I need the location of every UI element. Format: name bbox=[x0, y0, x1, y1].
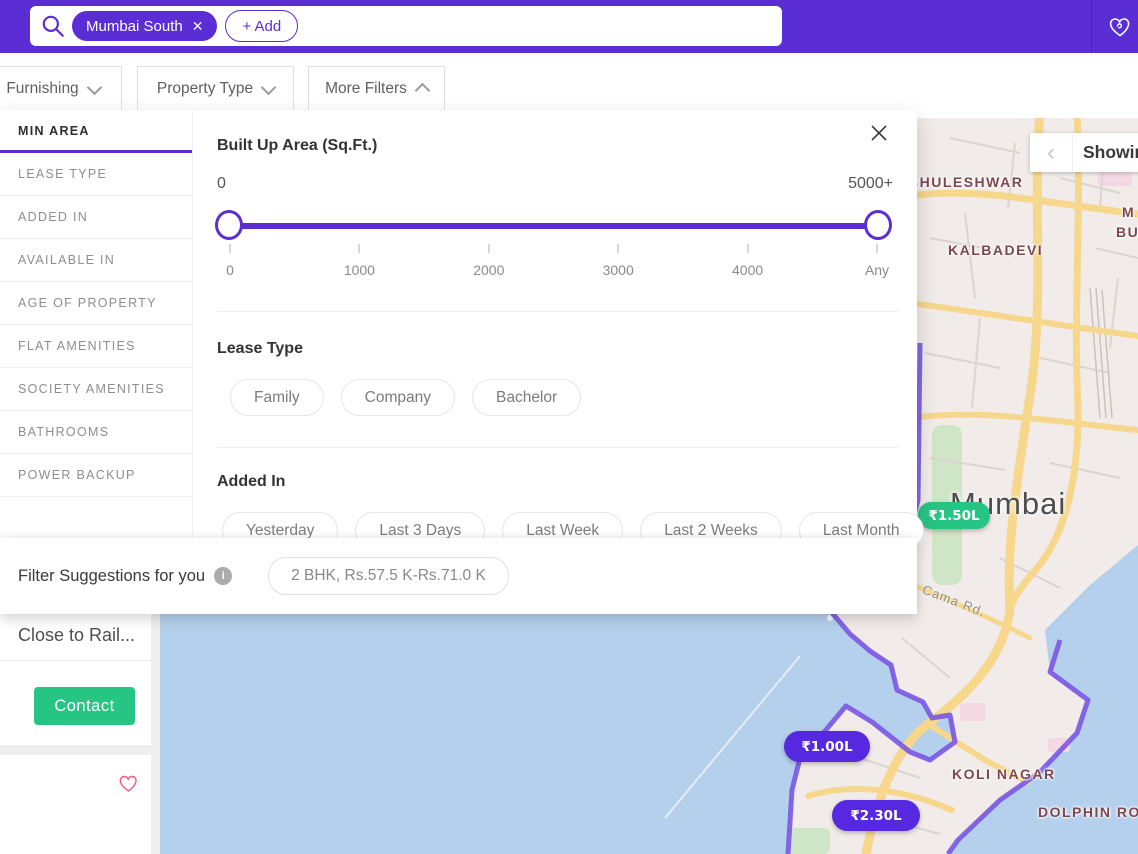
area-min-value: 0 bbox=[217, 175, 226, 193]
shortlist-heart-icon[interactable] bbox=[1108, 15, 1132, 39]
search-icon bbox=[40, 13, 66, 39]
sidebar-item-age-of-property[interactable]: AGE OF PROPERTY bbox=[0, 282, 192, 325]
added-in-title: Added In bbox=[217, 473, 285, 491]
suggestion-pill[interactable]: 2 BHK, Rs.57.5 K-Rs.71.0 K bbox=[268, 557, 509, 595]
location-chip[interactable]: Mumbai South ✕ bbox=[72, 11, 217, 41]
contact-button[interactable]: Contact bbox=[34, 687, 135, 725]
sidebar-item-min-area[interactable]: MIN AREA bbox=[0, 110, 192, 153]
filter-button-furnishing[interactable]: Furnishing bbox=[0, 66, 122, 111]
listing-cards-column: Close to Rail... Contact bbox=[0, 614, 151, 854]
filter-button-more-filters[interactable]: More Filters bbox=[308, 66, 445, 111]
slider-track[interactable] bbox=[230, 223, 877, 229]
tick-label-1000: 1000 bbox=[319, 262, 399, 278]
map-price-badge[interactable]: ₹1.00L bbox=[784, 731, 870, 762]
filter-button-label: More Filters bbox=[325, 80, 407, 98]
tick-label-any: Any bbox=[837, 262, 917, 278]
suggestions-label: Filter Suggestions for you bbox=[18, 567, 205, 586]
section-divider bbox=[217, 447, 898, 448]
slider-handle-max[interactable] bbox=[864, 210, 892, 240]
lease-type-options: Family Company Bachelor bbox=[230, 379, 581, 416]
filter-suggestions-bar: Filter Suggestions for you i 2 BHK, Rs.5… bbox=[0, 538, 917, 614]
map-zone-pink bbox=[960, 703, 986, 721]
map-label-kalbadevi: KALBADEVI bbox=[948, 242, 1043, 258]
sidebar-item-available-in[interactable]: AVAILABLE IN bbox=[0, 239, 192, 282]
sidebar-item-added-in[interactable]: ADDED IN bbox=[0, 196, 192, 239]
sidebar-item-flat-amenities[interactable]: FLAT AMENITIES bbox=[0, 325, 192, 368]
listing-card[interactable] bbox=[0, 755, 151, 854]
map-label-dolphin-rock: DOLPHIN ROC bbox=[1038, 804, 1138, 820]
favorite-heart-icon[interactable] bbox=[118, 773, 139, 794]
map-price-badge[interactable]: ₹1.50L bbox=[918, 502, 990, 529]
app-header: Mumbai South ✕ + Add bbox=[0, 0, 1138, 53]
tick-mark bbox=[747, 244, 749, 253]
tick-mark bbox=[876, 244, 878, 253]
filter-toolbar: Furnishing Property Type More Filters bbox=[0, 53, 1138, 110]
listing-card[interactable]: Close to Rail... Contact bbox=[0, 614, 151, 745]
nav-back-chevron-icon[interactable]: ‹ bbox=[1030, 133, 1073, 172]
add-location-button[interactable]: + Add bbox=[225, 10, 298, 42]
lease-type-pill-family[interactable]: Family bbox=[230, 379, 324, 416]
lease-type-pill-company[interactable]: Company bbox=[341, 379, 455, 416]
filter-categories-sidebar: MIN AREALEASE TYPEADDED INAVAILABLE INAG… bbox=[0, 110, 193, 538]
map-price-badge[interactable]: ₹2.30L bbox=[832, 800, 920, 831]
area-max-value: 5000+ bbox=[848, 175, 893, 193]
slider-handle-min[interactable] bbox=[215, 210, 243, 240]
section-divider bbox=[217, 311, 898, 312]
results-nav-bar: ‹ Showing bbox=[1030, 133, 1138, 172]
tick-label-4000: 4000 bbox=[708, 262, 788, 278]
sidebar-item-power-backup[interactable]: POWER BACKUP bbox=[0, 454, 192, 497]
chevron-up-icon bbox=[415, 83, 431, 99]
map-label-cut-m: M bbox=[1122, 204, 1135, 220]
chevron-down-icon bbox=[261, 79, 277, 95]
card-divider bbox=[0, 660, 151, 661]
sidebar-item-society-amenities[interactable]: SOCIETY AMENITIES bbox=[0, 368, 192, 411]
chevron-down-icon bbox=[86, 79, 102, 95]
tick-label-2000: 2000 bbox=[449, 262, 529, 278]
tick-label-0: 0 bbox=[190, 262, 270, 278]
sidebar-item-lease-type[interactable]: LEASE TYPE bbox=[0, 153, 192, 196]
filter-button-property-type[interactable]: Property Type bbox=[137, 66, 294, 111]
info-icon[interactable]: i bbox=[214, 567, 232, 585]
search-bar[interactable]: Mumbai South ✕ + Add bbox=[30, 6, 782, 46]
map-park-small bbox=[788, 828, 830, 854]
header-divider bbox=[1091, 0, 1092, 53]
location-chip-label: Mumbai South bbox=[86, 18, 183, 35]
app-window: BHULESHWAR KALBADEVI M BU Mumbai ame Cam… bbox=[0, 0, 1138, 854]
slider-ticks: 01000200030004000Any bbox=[230, 244, 877, 288]
tick-mark bbox=[358, 244, 360, 253]
tick-mark bbox=[229, 244, 231, 253]
filter-button-label: Furnishing bbox=[6, 80, 78, 98]
more-filters-panel: MIN AREALEASE TYPEADDED INAVAILABLE INAG… bbox=[0, 110, 917, 538]
area-range-slider[interactable] bbox=[230, 210, 877, 242]
remove-location-icon[interactable]: ✕ bbox=[192, 18, 204, 35]
tick-mark bbox=[488, 244, 490, 253]
tick-label-3000: 3000 bbox=[578, 262, 658, 278]
listing-snippet: Close to Rail... bbox=[18, 625, 135, 646]
map-label-bhuleshwar: BHULESHWAR bbox=[908, 174, 1023, 190]
tick-mark bbox=[617, 244, 619, 253]
lease-type-pill-bachelor[interactable]: Bachelor bbox=[472, 379, 581, 416]
close-panel-icon[interactable] bbox=[868, 122, 890, 144]
lease-type-title: Lease Type bbox=[217, 340, 303, 358]
filter-button-label: Property Type bbox=[157, 80, 253, 98]
map-label-cut-bu: BU bbox=[1116, 224, 1138, 240]
showing-results-label: Showing bbox=[1073, 142, 1138, 163]
sidebar-item-bathrooms[interactable]: BATHROOMS bbox=[0, 411, 192, 454]
built-up-area-title: Built Up Area (Sq.Ft.) bbox=[217, 137, 377, 155]
map-label-koli-nagar: KOLI NAGAR bbox=[952, 766, 1056, 782]
